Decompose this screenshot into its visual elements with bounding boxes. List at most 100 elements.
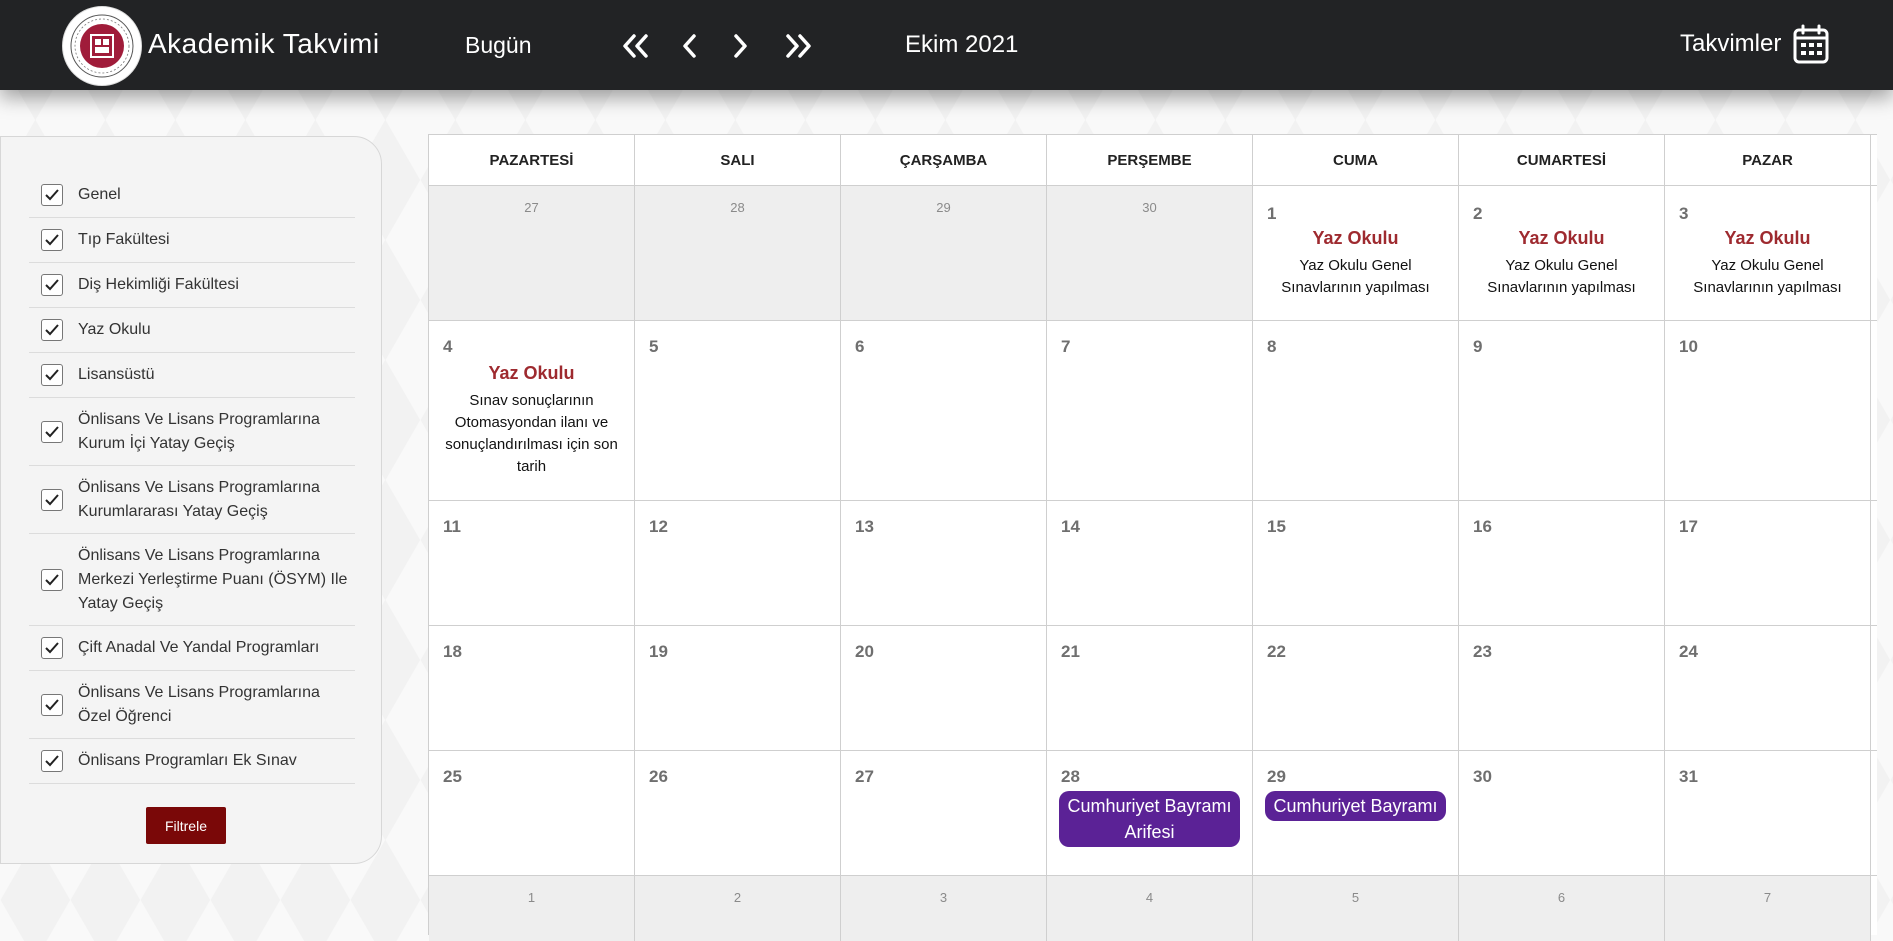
day-cell[interactable]: 3 — [841, 876, 1047, 941]
day-cell[interactable]: 27 — [429, 186, 635, 320]
day-cell[interactable]: 1 Yaz Okulu Yaz Okulu Genel Sınavlarının y… — [1253, 186, 1459, 320]
day-cell[interactable]: 30 — [1459, 751, 1665, 875]
day-cell[interactable]: 3 Yaz Okulu Yaz Okulu Genel Sınavlarının y… — [1665, 186, 1871, 320]
weekday-header-cell: PAZARTESİ — [429, 135, 635, 185]
filter-label: Tıp Fakültesi — [78, 231, 170, 248]
prev-year-button[interactable] — [618, 30, 654, 62]
filter-label: Önlisans Ve Lisans Programlarına Kurumla… — [78, 478, 320, 520]
filter-item[interactable]: Önlisans Ve Lisans Programlarına Kurumla… — [29, 466, 355, 534]
filter-checkbox[interactable] — [41, 637, 63, 659]
day-cell[interactable]: 6 — [1459, 876, 1665, 941]
day-cell[interactable]: 31 — [1665, 751, 1871, 875]
day-cell[interactable]: 22 — [1253, 626, 1459, 750]
day-number: 8 — [1267, 337, 1277, 356]
day-cell[interactable]: 18 — [429, 626, 635, 750]
calendar-week: 1 2 3 4 5 6 7 — [429, 875, 1877, 941]
calendar-event[interactable]: Yaz Okulu Yaz Okulu Genel Sınavlarının ya… — [1671, 228, 1864, 299]
day-cell[interactable]: 15 — [1253, 501, 1459, 625]
filter-checkbox[interactable] — [41, 319, 63, 341]
day-cell[interactable]: 21 — [1047, 626, 1253, 750]
weekday-header-cell: ÇARŞAMBA — [841, 135, 1047, 185]
day-cell[interactable]: 10 — [1665, 321, 1871, 500]
filter-checkbox[interactable] — [41, 364, 63, 386]
day-cell[interactable]: 16 — [1459, 501, 1665, 625]
weekday-header-cell: PAZAR — [1665, 135, 1871, 185]
day-cell[interactable]: 28 — [635, 186, 841, 320]
day-number: 4 — [1145, 890, 1154, 905]
filter-checkbox[interactable] — [41, 568, 63, 591]
day-cell[interactable]: 5 — [1253, 876, 1459, 941]
prev-month-button[interactable] — [672, 30, 708, 62]
filter-checkbox[interactable] — [41, 750, 63, 772]
chevron-left-icon — [683, 34, 696, 58]
calendar-event[interactable]: Yaz Okulu Yaz Okulu Genel Sınavlarının ya… — [1465, 228, 1658, 299]
filter-item[interactable]: Tıp Fakültesi — [29, 218, 355, 263]
day-cell[interactable]: 24 — [1665, 626, 1871, 750]
filter-checkbox[interactable] — [41, 488, 63, 511]
filter-item[interactable]: Önlisans Ve Lisans Programlarına Merkezi… — [29, 534, 355, 626]
day-number: 12 — [649, 517, 668, 536]
holiday-event[interactable]: Cumhuriyet Bayramı — [1265, 791, 1446, 821]
filter-checkbox[interactable] — [41, 420, 63, 443]
filter-button[interactable]: Filtrele — [146, 807, 226, 844]
filter-label: Yaz Okulu — [78, 321, 151, 338]
day-cell[interactable]: 4 — [1047, 876, 1253, 941]
day-cell[interactable]: 30 — [1047, 186, 1253, 320]
holiday-event[interactable]: Cumhuriyet Bayramı Arifesi — [1059, 791, 1240, 847]
day-cell[interactable]: 9 — [1459, 321, 1665, 500]
filter-checkbox[interactable] — [41, 693, 63, 716]
filter-item[interactable]: Genel — [29, 173, 355, 218]
checkmark-icon — [45, 234, 59, 246]
day-cell[interactable]: 29 Cumhuriyet Bayramı — [1253, 751, 1459, 875]
day-cell[interactable]: 27 — [841, 751, 1047, 875]
day-cell[interactable]: 25 — [429, 751, 635, 875]
day-cell[interactable]: 28 Cumhuriyet Bayramı Arifesi — [1047, 751, 1253, 875]
calendars-button[interactable]: Takvimler — [1680, 22, 1829, 66]
event-title: Yaz Okulu — [1518, 228, 1605, 248]
calendar-event[interactable]: Yaz Okulu Sınav sonuçlarının Otomasyondan… — [435, 363, 628, 478]
day-cell[interactable]: 26 — [635, 751, 841, 875]
weekday-header-cell: SALI — [635, 135, 841, 185]
filter-checkbox[interactable] — [41, 184, 63, 206]
day-cell[interactable]: 14 — [1047, 501, 1253, 625]
day-cell[interactable]: 2 Yaz Okulu Yaz Okulu Genel Sınavlarının y… — [1459, 186, 1665, 320]
day-number: 21 — [1061, 642, 1080, 661]
day-cell[interactable]: 7 — [1047, 321, 1253, 500]
event-title: Yaz Okulu — [488, 363, 575, 383]
day-number: 30 — [1473, 767, 1492, 786]
day-number: 18 — [443, 642, 462, 661]
day-cell[interactable]: 2 — [635, 876, 841, 941]
filter-item[interactable]: Çift Anadal Ve Yandal Programları — [29, 626, 355, 671]
day-cell[interactable]: 8 — [1253, 321, 1459, 500]
day-cell[interactable]: 29 — [841, 186, 1047, 320]
day-number: 9 — [1473, 337, 1483, 356]
calendar-event[interactable]: Yaz Okulu Yaz Okulu Genel Sınavlarının ya… — [1259, 228, 1452, 299]
day-cell[interactable]: 4 Yaz Okulu Sınav sonuçlarının Otomasyonda… — [429, 321, 635, 500]
day-number: 28 — [1061, 767, 1080, 786]
day-number: 17 — [1679, 517, 1698, 536]
filter-label: Diş Hekimliği Fakültesi — [78, 276, 239, 293]
day-cell[interactable]: 13 — [841, 501, 1047, 625]
day-cell[interactable]: 17 — [1665, 501, 1871, 625]
filter-item[interactable]: Lisansüstü — [29, 353, 355, 398]
filter-item[interactable]: Diş Hekimliği Fakültesi — [29, 263, 355, 308]
day-cell[interactable]: 23 — [1459, 626, 1665, 750]
filter-item[interactable]: Önlisans Programları Ek Sınav — [29, 739, 355, 784]
day-cell[interactable]: 11 — [429, 501, 635, 625]
day-cell[interactable]: 12 — [635, 501, 841, 625]
filter-item[interactable]: Yaz Okulu — [29, 308, 355, 353]
day-cell[interactable]: 7 — [1665, 876, 1871, 941]
filter-checkbox[interactable] — [41, 274, 63, 296]
filter-item[interactable]: Önlisans Ve Lisans Programlarına Özel Öğ… — [29, 671, 355, 739]
filter-item[interactable]: Önlisans Ve Lisans Programlarına Kurum İ… — [29, 398, 355, 466]
next-month-button[interactable] — [722, 30, 758, 62]
day-cell[interactable]: 19 — [635, 626, 841, 750]
filter-checkbox[interactable] — [41, 229, 63, 251]
day-cell[interactable]: 20 — [841, 626, 1047, 750]
today-button[interactable]: Bugün — [465, 32, 532, 59]
next-year-button[interactable] — [780, 30, 816, 62]
checkmark-icon — [45, 279, 59, 291]
day-cell[interactable]: 6 — [841, 321, 1047, 500]
day-cell[interactable]: 5 — [635, 321, 841, 500]
day-cell[interactable]: 1 — [429, 876, 635, 941]
